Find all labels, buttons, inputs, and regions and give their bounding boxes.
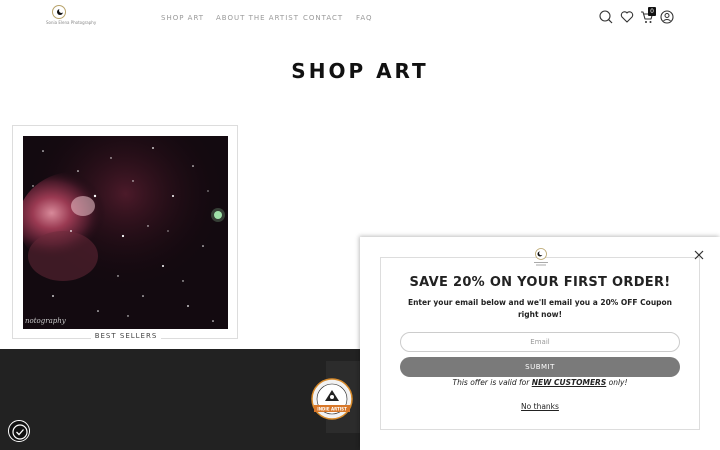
nebula-photo: notography: [23, 136, 228, 329]
image-watermark: notography: [25, 317, 67, 325]
page: Sonia Elena Photography SHOP ART ABOUT T…: [0, 0, 720, 450]
search-icon[interactable]: [599, 10, 613, 24]
site-header: Sonia Elena Photography SHOP ART ABOUT T…: [0, 0, 720, 38]
submit-button[interactable]: SUBMIT: [400, 357, 680, 377]
indie-artist-badge[interactable]: INDIE ARTIST: [310, 377, 354, 421]
cart-count-badge: 0: [648, 7, 656, 16]
offer-note: This offer is valid for NEW CUSTOMERS on…: [452, 378, 628, 387]
discount-popup: SAVE 20% ON YOUR FIRST ORDER! Enter your…: [360, 237, 720, 450]
account-icon[interactable]: [660, 10, 674, 24]
popup-logo: [534, 248, 548, 266]
nebula-image[interactable]: notography: [23, 136, 228, 329]
popup-subtext: Enter your email below and we'll email y…: [407, 298, 673, 319]
page-title: SHOP ART: [291, 59, 429, 83]
no-thanks-link[interactable]: No thanks: [360, 402, 720, 411]
accessibility-button[interactable]: [8, 420, 30, 442]
logo-circle: [52, 5, 66, 19]
nav-shop-art[interactable]: SHOP ART: [161, 14, 204, 22]
badge-text: INDIE ARTIST: [317, 407, 347, 412]
product-card[interactable]: notography BEST SELLERS: [12, 125, 238, 340]
offer-highlight: NEW CUSTOMERS: [531, 378, 607, 387]
popup-heading: SAVE 20% ON YOUR FIRST ORDER!: [409, 275, 671, 290]
nav-about-the-artist[interactable]: ABOUT THE ARTIST: [216, 14, 299, 22]
heart-icon[interactable]: [620, 10, 634, 24]
close-icon[interactable]: [694, 250, 704, 260]
product-caption[interactable]: BEST SELLERS: [91, 332, 161, 340]
email-input[interactable]: [400, 332, 680, 352]
accessibility-icon: [12, 424, 28, 440]
nav-faq[interactable]: FAQ: [356, 14, 373, 22]
logo-text: Sonia Elena Photography: [46, 20, 97, 25]
site-logo[interactable]: Sonia Elena Photography: [46, 5, 97, 31]
nav-contact[interactable]: CONTACT: [303, 14, 343, 22]
